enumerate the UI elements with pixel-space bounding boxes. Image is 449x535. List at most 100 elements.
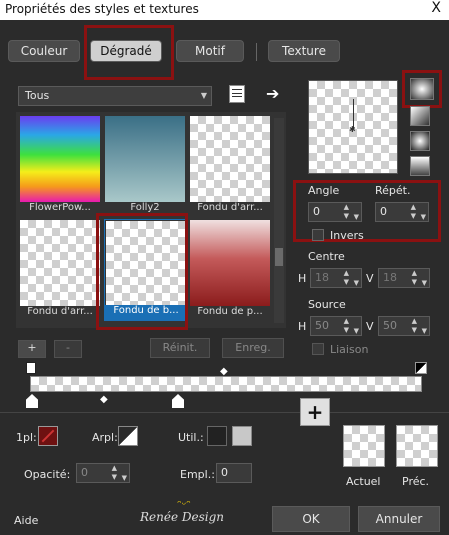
close-icon[interactable]: X xyxy=(431,0,441,16)
empl-input[interactable]: 0 xyxy=(216,463,252,483)
arpl-label: Arpl: xyxy=(92,431,118,444)
chevron-down-icon[interactable]: ▼ xyxy=(354,274,359,292)
source-h-label: H xyxy=(298,320,307,333)
spinner-icon[interactable]: ▲ ▼ xyxy=(412,269,417,287)
gallery-scrollbar[interactable] xyxy=(274,118,284,323)
gallery-thumb xyxy=(190,220,270,306)
gallery-label: Fondu d'arr... xyxy=(27,306,93,317)
center-v-input[interactable]: 18 ▲ ▼ ▼ xyxy=(378,268,430,288)
chevron-down-icon[interactable]: ▼ xyxy=(354,208,359,226)
gradient-bar[interactable] xyxy=(30,376,422,392)
source-v-input[interactable]: 50 ▲ ▼ ▼ xyxy=(378,316,430,336)
add-stop-button[interactable]: + xyxy=(18,340,46,358)
tab-highlight xyxy=(84,25,174,80)
gallery-thumb xyxy=(20,116,100,202)
center-h-label: H xyxy=(298,272,307,285)
gallery-item[interactable]: FlowerPow... xyxy=(19,115,101,217)
remove-stop-button[interactable]: - xyxy=(54,340,82,358)
pl-label: 1pl: xyxy=(16,431,37,444)
link-label: Liaison xyxy=(330,343,369,356)
repeat-input[interactable]: 0 ▲ ▼ ▼ xyxy=(375,202,429,222)
opacity-input[interactable]: 0 ▲ ▼ ▼ xyxy=(76,463,130,483)
chevron-down-icon[interactable]: ▼ xyxy=(421,208,426,226)
rectangular-style-icon[interactable] xyxy=(410,106,430,126)
user-color-light[interactable] xyxy=(232,426,252,446)
butterfly-icon: ᵔᵕᵔ xyxy=(177,498,191,511)
category-select[interactable]: Tous ▼ xyxy=(18,86,212,106)
empl-label: Empl.: xyxy=(180,468,215,481)
sunburst-style-icon[interactable] xyxy=(410,131,430,151)
center-label: Centre xyxy=(308,250,345,263)
save-button[interactable]: Enreg. xyxy=(222,338,284,358)
repeat-label: Répét. xyxy=(375,184,411,197)
source-h-input[interactable]: 50 ▲ ▼ ▼ xyxy=(310,316,362,336)
gallery-thumb xyxy=(190,116,270,202)
opacity-stop-middle[interactable] xyxy=(172,394,184,408)
invert-label: Invers xyxy=(330,229,364,242)
reset-button[interactable]: Réinit. xyxy=(150,338,210,358)
midpoint-marker-bottom[interactable]: ◆ xyxy=(100,394,108,405)
window-title: Propriétés des styles et textures xyxy=(5,2,199,16)
spinner-icon[interactable]: ▲ ▼ xyxy=(412,317,417,335)
gallery-thumb xyxy=(20,220,100,306)
gradient-preview[interactable]: ✱ xyxy=(308,80,398,174)
title-bar: Propriétés des styles et textures X xyxy=(0,0,449,20)
gallery-highlight xyxy=(96,213,188,330)
chevron-down-icon[interactable]: ▼ xyxy=(422,322,427,340)
angle-input[interactable]: 0 ▲ ▼ ▼ xyxy=(308,202,362,222)
spinner-icon[interactable]: ▲ ▼ xyxy=(344,203,349,221)
arrow-right-icon[interactable]: ➔ xyxy=(266,84,279,103)
gallery-item[interactable]: Fondu d'arr... xyxy=(189,115,271,217)
color-stop-top-right[interactable] xyxy=(415,362,427,374)
chevron-down-icon[interactable]: ▼ xyxy=(422,274,427,292)
stop-color-swatch[interactable] xyxy=(38,426,58,446)
radial-style-icon[interactable] xyxy=(410,156,430,176)
opacity-label: Opacité: xyxy=(24,468,71,481)
tab-motif[interactable]: Motif xyxy=(176,40,244,62)
spinner-icon[interactable]: ▲ ▼ xyxy=(344,317,349,335)
add-swatch-button[interactable]: + xyxy=(300,398,330,426)
gallery-label: Fondu d'arr... xyxy=(197,202,263,213)
gallery-label: FlowerPow... xyxy=(29,202,91,213)
color-stop-top-left[interactable] xyxy=(26,362,36,374)
previous-swatch[interactable] xyxy=(396,425,438,467)
gallery-item[interactable]: Folly2 xyxy=(104,115,186,217)
previous-label: Préc. xyxy=(402,475,430,488)
current-label: Actuel xyxy=(346,475,381,488)
scrollbar-thumb[interactable] xyxy=(275,248,283,266)
category-value: Tous xyxy=(25,89,50,102)
user-color-dark[interactable] xyxy=(207,426,227,446)
anchor-icon: ✱ xyxy=(349,125,356,134)
chevron-down-icon[interactable]: ▼ xyxy=(122,469,127,487)
invert-checkbox[interactable] xyxy=(312,229,324,241)
gallery-label: Fondu de p... xyxy=(197,306,263,317)
source-label: Source xyxy=(308,298,346,311)
angle-label: Angle xyxy=(308,184,340,197)
tab-separator xyxy=(256,43,257,61)
link-checkbox[interactable] xyxy=(312,343,324,355)
background-color-swatch[interactable] xyxy=(118,426,138,446)
gallery-item[interactable]: Fondu d'arr... xyxy=(19,219,101,321)
gallery-thumb xyxy=(105,116,185,202)
spinner-icon[interactable]: ▲ ▼ xyxy=(112,464,117,482)
spinner-icon[interactable]: ▲ ▼ xyxy=(411,203,416,221)
tab-texture[interactable]: Texture xyxy=(268,40,340,62)
pencil-icon xyxy=(41,429,55,443)
center-v-label: V xyxy=(366,272,374,285)
library-icon[interactable] xyxy=(229,85,245,103)
current-swatch[interactable] xyxy=(343,425,385,467)
chevron-down-icon: ▼ xyxy=(200,91,207,100)
gallery-item[interactable]: Fondu de p... xyxy=(189,219,271,321)
logo-text: Renée Design xyxy=(140,510,225,524)
center-h-input[interactable]: 18 ▲ ▼ ▼ xyxy=(310,268,362,288)
style-highlight xyxy=(402,70,442,108)
help-link[interactable]: Aide xyxy=(14,514,38,527)
opacity-stop-left[interactable] xyxy=(26,394,38,408)
tab-couleur[interactable]: Couleur xyxy=(8,40,80,62)
chevron-down-icon[interactable]: ▼ xyxy=(354,322,359,340)
spinner-icon[interactable]: ▲ ▼ xyxy=(344,269,349,287)
cancel-button[interactable]: Annuler xyxy=(358,506,440,532)
source-v-label: V xyxy=(366,320,374,333)
util-label: Util.: xyxy=(178,431,204,444)
ok-button[interactable]: OK xyxy=(272,506,350,532)
